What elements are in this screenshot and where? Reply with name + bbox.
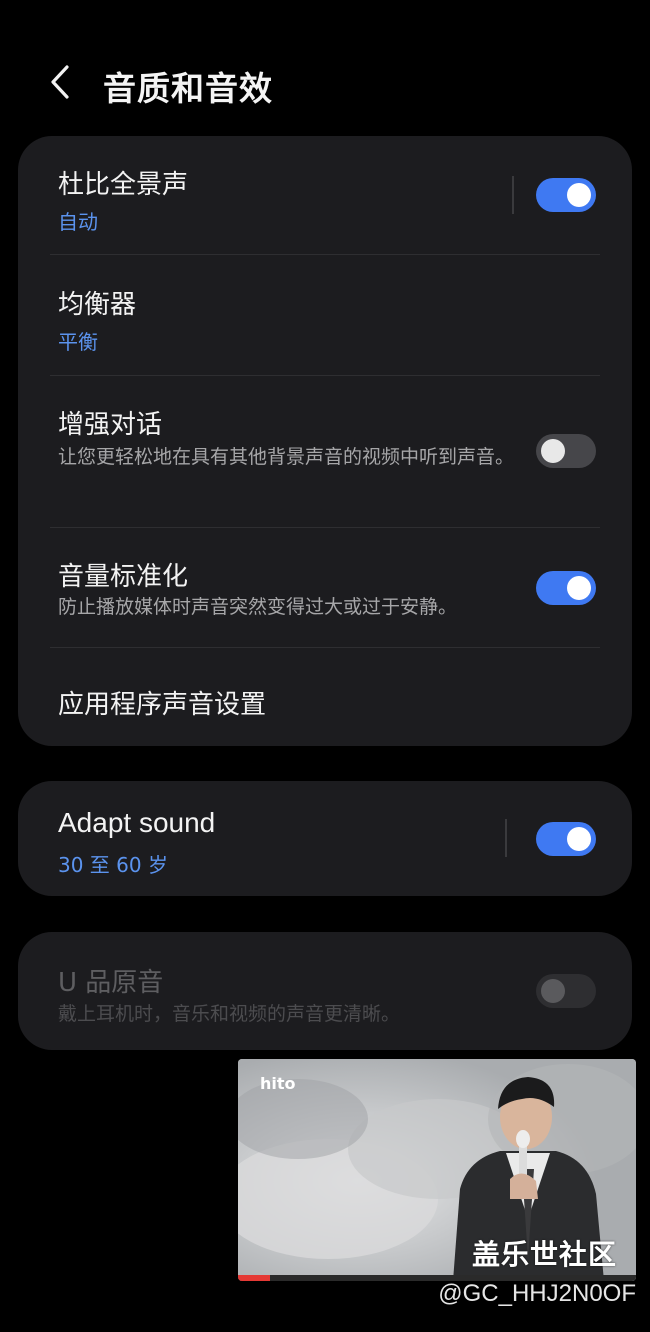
sound-settings-card: 杜比全景声 自动 均衡器 平衡 增强对话 让您更轻松地在具有其他背景声音的视频中… (18, 136, 632, 746)
back-button[interactable] (40, 60, 80, 104)
adapt-sound-row[interactable]: Adapt sound 30 至 60 岁 (18, 781, 632, 896)
dolby-atmos-row[interactable]: 杜比全景声 自动 (18, 136, 632, 254)
volume-normalization-description: 防止播放媒体时声音突然变得过大或过于安静。 (58, 596, 458, 618)
dialogue-enhance-row[interactable]: 增强对话 让您更轻松地在具有其他背景声音的视频中听到声音。 (18, 376, 632, 527)
toggle-knob (567, 576, 591, 600)
channel-logo: hito (260, 1074, 296, 1093)
vertical-separator (505, 819, 507, 857)
community-watermark: 盖乐世社区 (472, 1238, 618, 1271)
toggle-knob (541, 979, 565, 1003)
equalizer-label: 均衡器 (58, 290, 137, 320)
volume-normalization-label: 音量标准化 (58, 562, 189, 592)
app-sound-settings-row[interactable]: 应用程序声音设置 (18, 648, 632, 746)
adapt-sound-age: 30 至 60 岁 (58, 853, 168, 877)
adapt-sound-toggle[interactable] (536, 822, 596, 856)
dialogue-enhance-description: 让您更轻松地在具有其他背景声音的视频中听到声音。 (58, 446, 515, 468)
page-title: 音质和音效 (103, 69, 273, 108)
dialogue-enhance-label: 增强对话 (58, 410, 163, 440)
equalizer-status: 平衡 (58, 330, 98, 354)
dolby-atmos-toggle[interactable] (536, 178, 596, 212)
volume-normalization-toggle[interactable] (536, 571, 596, 605)
uhq-sound-toggle (536, 974, 596, 1008)
adapt-sound-label: Adapt sound (58, 807, 216, 838)
equalizer-row[interactable]: 均衡器 平衡 (18, 255, 632, 375)
pip-progress-fill (238, 1275, 270, 1281)
app-sound-settings-label: 应用程序声音设置 (58, 690, 267, 720)
vertical-separator (512, 176, 514, 214)
top-bar: 音质和音效 (0, 0, 650, 130)
toggle-knob (541, 439, 565, 463)
uhq-sound-row: U 品原音 戴上耳机时，音乐和视频的声音更清晰。 (18, 932, 632, 1050)
user-id-watermark: @GC_HHJ2N0OF (438, 1280, 636, 1307)
uhq-sound-label: U 品原音 (58, 968, 164, 998)
dialogue-enhance-toggle[interactable] (536, 434, 596, 468)
dolby-atmos-status: 自动 (58, 210, 98, 234)
dolby-atmos-label: 杜比全景声 (58, 170, 189, 200)
toggle-knob (567, 827, 591, 851)
volume-normalization-row[interactable]: 音量标准化 防止播放媒体时声音突然变得过大或过于安静。 (18, 528, 632, 647)
uhq-sound-description: 戴上耳机时，音乐和视频的声音更清晰。 (58, 1003, 401, 1025)
adapt-sound-card: Adapt sound 30 至 60 岁 (18, 781, 632, 896)
toggle-knob (567, 183, 591, 207)
uhq-sound-card: U 品原音 戴上耳机时，音乐和视频的声音更清晰。 (18, 932, 632, 1050)
chevron-left-icon (51, 65, 69, 99)
